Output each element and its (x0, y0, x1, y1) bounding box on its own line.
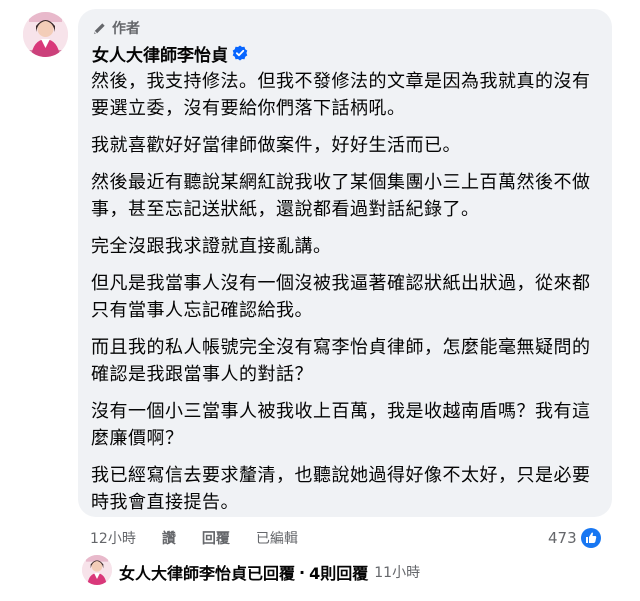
author-tag: 作者 (112, 21, 140, 37)
reply-timestamp: 11小時 (374, 565, 421, 581)
reaction-count-label: 473 (548, 529, 577, 547)
author-name[interactable]: 女人大律師李怡貞 (92, 41, 228, 66)
avatar[interactable] (23, 12, 68, 57)
comment-actions: 12小時 讚 回覆 已編輯 (90, 527, 298, 549)
comment-paragraph: 然後，我支持修法。但我不發修法的文章是因為我就真的沒有要選立委，沒有要給你們落下… (91, 71, 591, 119)
comment-paragraph: 但凡是我當事人沒有一個沒被我逼著確認狀紙出狀過，從來都只有當事人忘記確認給我。 (91, 273, 591, 321)
reply-button[interactable]: 回覆 (202, 528, 230, 548)
author-badge: 作者 (92, 18, 140, 38)
comment-paragraph: 而且我的私人帳號完全沒有寫李怡貞律師，怎麼能毫無疑問的確認是我跟當事人的對話？ (91, 337, 591, 385)
comment-paragraph: 完全沒跟我求證就直接亂講。 (91, 236, 332, 257)
comment-author[interactable]: 女人大律師李怡貞 (92, 41, 248, 66)
comment-paragraph: 我已經寫信去要求釐清，也聽說她過得好像不太好，只是必要時我會直接提告。 (91, 465, 591, 513)
pen-icon (93, 22, 105, 34)
like-button[interactable]: 讚 (162, 528, 176, 548)
reply-count: 4則回覆 (309, 564, 369, 583)
verified-icon (232, 45, 248, 61)
comment-paragraph: 然後最近有聽說某網紅說我收了某個集團小三上百萬然後不做事，甚至忘記送狀紙，還說都… (91, 172, 591, 220)
reply-avatar[interactable] (82, 555, 112, 585)
comment-paragraph: 我就喜歡好好當律師做案件，好好生活而已。 (91, 135, 461, 156)
reaction-count[interactable]: 473 (548, 526, 601, 550)
comment-text: 然後，我支持修法。但我不發修法的文章是因為我就真的沒有要選立委，沒有要給你們落下… (91, 68, 601, 526)
reply-avatar-image (82, 555, 112, 585)
separator: · (299, 562, 306, 582)
comment-paragraph: 沒有一個小三當事人被我收上百萬，我是收越南盾嗎？我有這麼廉價啊？ (91, 401, 591, 449)
like-icon (580, 528, 601, 548)
replied-label: 已回覆 (247, 564, 296, 583)
avatar-image (23, 12, 68, 57)
replier-name: 女人大律師李怡貞 (119, 564, 248, 583)
comment-timestamp[interactable]: 12小時 (90, 528, 136, 548)
view-replies-link[interactable]: 女人大律師李怡貞 已回覆 · 4則回覆 11小時 (119, 560, 420, 584)
edited-label[interactable]: 已編輯 (256, 528, 298, 548)
